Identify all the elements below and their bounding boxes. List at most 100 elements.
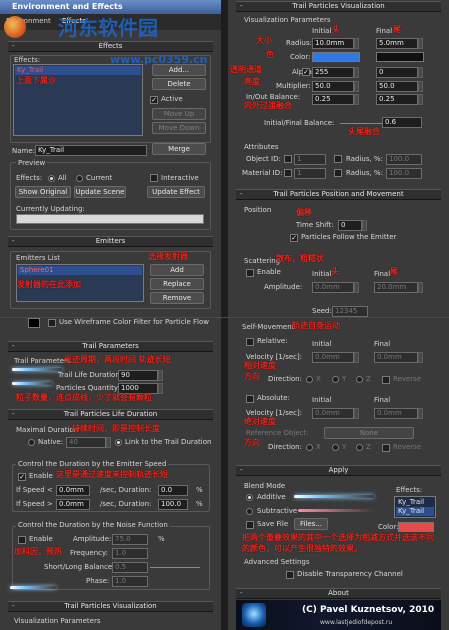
radius-final-spinner[interactable] — [418, 38, 423, 49]
object-radius-checkbox[interactable] — [334, 155, 342, 163]
speed-less-duration-field[interactable]: 0.0 — [158, 485, 188, 496]
absolute-dir-y-radio[interactable] — [332, 444, 339, 451]
balance-slider[interactable] — [150, 567, 200, 568]
speed-less-field[interactable]: 0.0mm — [56, 485, 90, 496]
update-effect-button[interactable]: Update Effect — [147, 186, 205, 198]
about-url[interactable]: www.lastjediofdepost.ru — [320, 619, 392, 626]
preview-all-radio[interactable] — [48, 175, 55, 182]
inout-initial-field[interactable]: 0.25 — [312, 94, 354, 105]
alpha-initial-field[interactable]: 255 — [312, 67, 354, 78]
save-file-checkbox[interactable] — [246, 521, 254, 529]
absolute-dir-z-radio[interactable] — [356, 444, 363, 451]
rollout-apply[interactable]: - Apply — [236, 465, 441, 476]
object-radius-field[interactable]: 100.0 — [386, 154, 422, 165]
absolute-vel-initial-field[interactable]: 0.0mm — [312, 408, 354, 419]
native-field[interactable]: 40 — [66, 437, 106, 448]
rollout-about[interactable]: - About — [236, 588, 441, 599]
radius-final-field[interactable]: 5.0mm — [376, 38, 418, 49]
merge-button[interactable]: Merge — [152, 143, 206, 155]
apply-effects-list[interactable]: Ky_Trail Ky_Trail — [394, 496, 436, 518]
rollout-emitters[interactable]: - Emitters — [8, 236, 213, 247]
noise-enable-checkbox[interactable] — [18, 536, 26, 544]
phase-field[interactable]: 1.0 — [112, 576, 148, 587]
follow-emitter-checkbox[interactable]: ✓ — [290, 234, 298, 242]
radius-initial-field[interactable]: 10.0mm — [312, 38, 354, 49]
multiplier-final-field[interactable]: 50.0 — [376, 81, 418, 92]
inout-initial-spinner[interactable] — [354, 94, 359, 105]
radius-initial-spinner[interactable] — [354, 38, 359, 49]
relative-vel-final-spinner[interactable] — [418, 352, 423, 363]
final-color-swatch[interactable] — [376, 52, 424, 62]
object-id-checkbox[interactable] — [284, 155, 292, 163]
alpha-initial-spinner[interactable] — [354, 67, 359, 78]
rollout-visualization-bottom[interactable]: - Trail Particles Visualization — [8, 601, 213, 612]
rollout-trail-parameters[interactable]: - Trail Parameters — [8, 341, 213, 352]
rollout-effects[interactable]: - Effects — [8, 41, 213, 52]
effects-list[interactable]: Ky_Trail — [13, 64, 143, 136]
effects-list-item[interactable]: Ky_Trail — [15, 66, 141, 75]
material-radius-field[interactable]: 100.0 — [386, 168, 422, 179]
short-long-balance-field[interactable]: 0.5 — [112, 562, 148, 573]
absolute-checkbox[interactable] — [246, 395, 254, 403]
absolute-vel-initial-spinner[interactable] — [354, 408, 359, 419]
scatter-amp-initial-field[interactable]: 0.0mm — [312, 282, 354, 293]
speed-greater-duration-field[interactable]: 100.0 — [158, 499, 188, 510]
apply-color-swatch[interactable] — [398, 522, 434, 532]
alpha-checkbox[interactable]: ✓ — [302, 68, 310, 76]
rollout-visualization[interactable]: - Trail Particles Visualization — [236, 1, 441, 12]
subtractive-radio[interactable] — [246, 508, 253, 515]
relative-vel-initial-spinner[interactable] — [354, 352, 359, 363]
relative-dir-z-radio[interactable] — [356, 376, 363, 383]
rollout-life-duration[interactable]: - Trail Particles Life Duration — [8, 409, 213, 420]
scatter-enable-checkbox[interactable] — [246, 269, 254, 277]
rollout-position-movement[interactable]: - Trail Particles Position and Movement — [236, 189, 441, 200]
preview-current-radio[interactable] — [76, 175, 83, 182]
object-id-field[interactable]: 1 — [294, 154, 326, 165]
reference-object-button[interactable]: None — [324, 427, 414, 439]
relative-vel-final-field[interactable]: 0.0mm — [374, 352, 418, 363]
frequency-field[interactable]: 1.0 — [112, 548, 148, 559]
interactive-checkbox[interactable] — [150, 174, 158, 182]
absolute-dir-x-radio[interactable] — [306, 444, 313, 451]
apply-effects-item[interactable]: Ky_Trail — [396, 507, 434, 516]
remove-emitter-button[interactable]: Remove — [150, 292, 204, 304]
link-trail-radio[interactable] — [115, 439, 122, 446]
seed-field[interactable]: 12345 — [332, 306, 368, 317]
speed-enable-checkbox[interactable]: ✓ — [18, 473, 26, 481]
relative-vel-initial-field[interactable]: 0.0mm — [312, 352, 354, 363]
relative-dir-x-radio[interactable] — [306, 376, 313, 383]
native-radio[interactable] — [28, 439, 35, 446]
absolute-reverse-checkbox[interactable] — [382, 444, 390, 452]
effect-name-field[interactable]: Ky_Trail — [35, 145, 147, 156]
disable-transparency-checkbox[interactable] — [286, 571, 294, 579]
amplitude-field[interactable]: 75.0 — [112, 534, 148, 545]
scatter-amp-initial-spinner[interactable] — [354, 282, 359, 293]
material-id-checkbox[interactable] — [284, 169, 292, 177]
show-original-button[interactable]: Show Original — [15, 186, 71, 198]
wireframe-color-swatch[interactable] — [28, 318, 40, 328]
trail-life-field[interactable]: 90 — [118, 370, 158, 381]
particles-quantity-spinner[interactable] — [158, 383, 163, 394]
scatter-amp-final-field[interactable]: 20.0mm — [374, 282, 418, 293]
add-emitter-button[interactable]: Add — [150, 264, 204, 276]
delete-effect-button[interactable]: Delete — [152, 78, 206, 90]
inout-final-spinner[interactable] — [418, 94, 423, 105]
time-shift-field[interactable]: 0 — [338, 220, 362, 231]
additive-radio[interactable] — [246, 494, 253, 501]
time-shift-spinner[interactable] — [362, 220, 367, 231]
update-scene-button[interactable]: Update Scene — [74, 186, 126, 198]
add-effect-button[interactable]: Add... — [152, 64, 206, 76]
initial-final-balance-field[interactable]: 0.6 — [382, 117, 422, 128]
multiplier-final-spinner[interactable] — [418, 81, 423, 92]
scatter-amp-final-spinner[interactable] — [418, 282, 423, 293]
speed-greater-field[interactable]: 0.0mm — [56, 499, 90, 510]
replace-emitter-button[interactable]: Replace — [150, 278, 204, 290]
trail-life-spinner[interactable] — [158, 370, 163, 381]
relative-reverse-checkbox[interactable] — [382, 376, 390, 384]
absolute-vel-final-spinner[interactable] — [418, 408, 423, 419]
native-spinner[interactable] — [106, 437, 111, 448]
files-button[interactable]: Files... — [294, 518, 328, 530]
emitters-list-item[interactable]: Sphere01 — [18, 266, 142, 275]
initial-color-swatch[interactable] — [312, 52, 360, 62]
material-id-field[interactable]: 1 — [294, 168, 326, 179]
